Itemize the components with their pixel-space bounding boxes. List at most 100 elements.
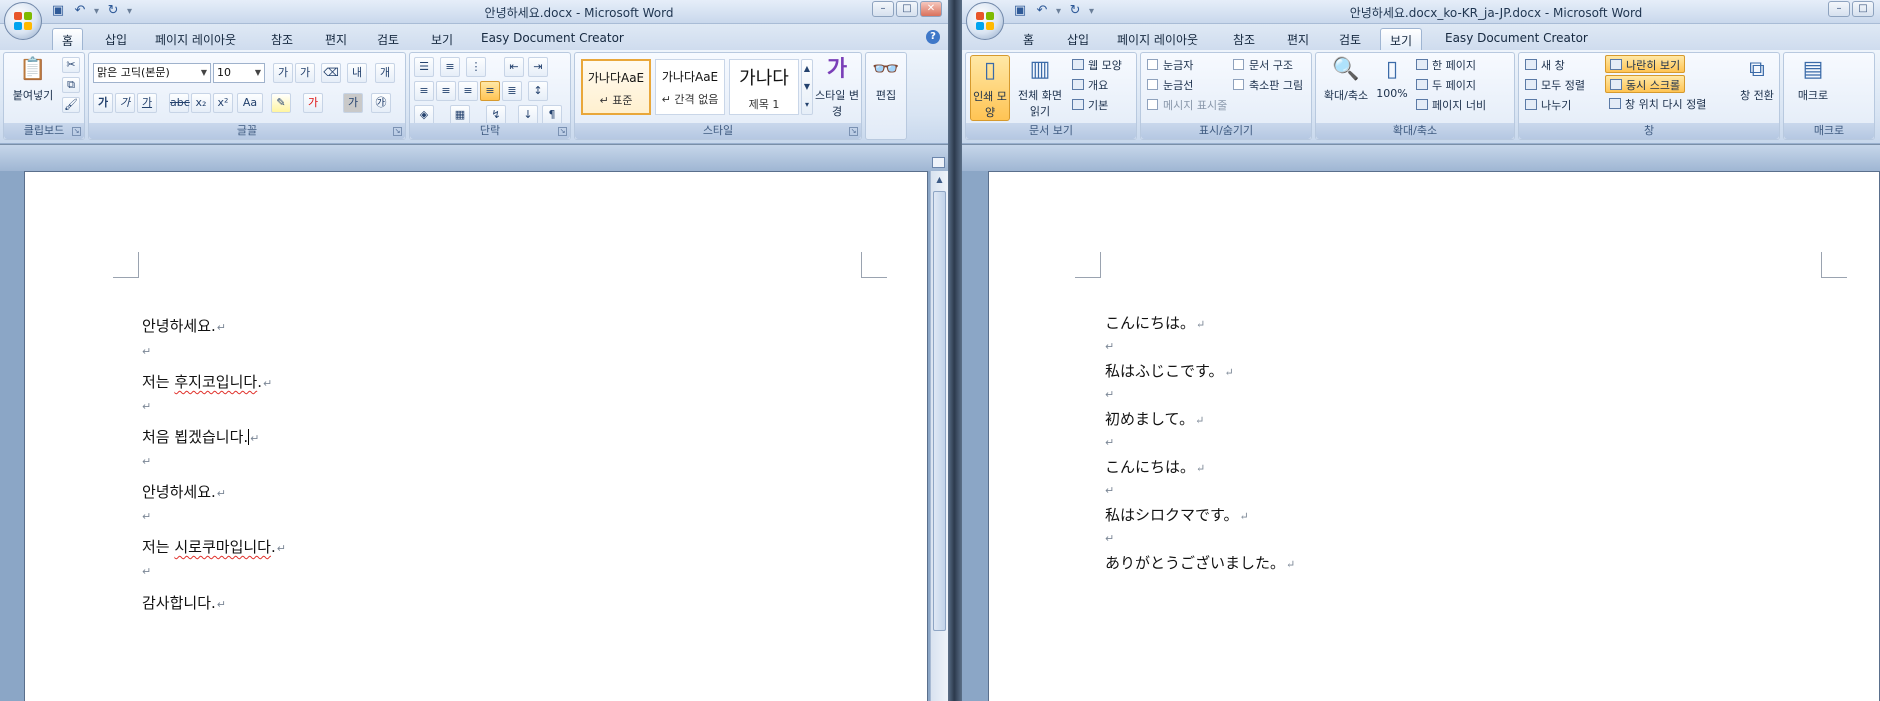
tab-home[interactable]: 홈	[52, 28, 84, 50]
highlight-icon[interactable]: ✎	[271, 93, 291, 113]
undo-icon[interactable]: ↶	[1034, 3, 1050, 19]
document-page[interactable]: こんにちは。↵ ↵ 私はふじこです。↵ ↵ 初めまして。↵ ↵ こんにちは。↵ …	[988, 171, 1880, 701]
new-window-button[interactable]: 새 창	[1525, 57, 1565, 73]
tab-view[interactable]: 보기	[422, 28, 462, 50]
switch-windows-button[interactable]: ⧉ 창 전환	[1737, 55, 1777, 103]
enclose-characters-icon[interactable]: ㉮	[371, 93, 391, 113]
tab-easy-document-creator[interactable]: Easy Document Creator	[472, 28, 633, 50]
tab-mailings[interactable]: 편지	[1278, 28, 1318, 50]
shading-icon[interactable]: ◈	[414, 105, 434, 125]
view-side-by-side-button[interactable]: 나란히 보기	[1605, 55, 1686, 73]
help-icon[interactable]: ?	[926, 30, 940, 44]
font-size-combo[interactable]: 10 ▼	[213, 63, 265, 83]
underline-icon[interactable]: 가	[137, 93, 157, 113]
page-width-button[interactable]: 페이지 너비	[1416, 97, 1486, 113]
undo-icon[interactable]: ↶	[72, 3, 88, 19]
office-button[interactable]	[966, 2, 1004, 40]
clear-format-icon[interactable]: ⌫	[321, 63, 341, 83]
editing-button[interactable]: 👓 편집	[868, 55, 904, 103]
tab-references[interactable]: 참조	[1224, 28, 1264, 50]
document-map-checkbox[interactable]: 문서 구조	[1233, 57, 1293, 73]
character-shading-icon[interactable]: 가	[343, 93, 363, 113]
office-button[interactable]	[4, 2, 42, 40]
superscript-icon[interactable]: x²	[213, 93, 233, 113]
vertical-scrollbar[interactable]: ▲	[930, 171, 948, 701]
style-heading-1[interactable]: 가나다 제목 1	[729, 59, 799, 115]
arrange-all-button[interactable]: 모두 정렬	[1525, 77, 1585, 93]
dialog-launcher-icon[interactable]: ↘	[558, 127, 567, 136]
paste-button[interactable]: 📋 붙여넣기	[8, 55, 58, 103]
increase-indent-icon[interactable]: ⇥	[528, 57, 548, 77]
distributed-icon[interactable]: ≣	[502, 81, 522, 101]
zoom-button[interactable]: 🔍 확대/축소	[1318, 55, 1374, 103]
tab-insert[interactable]: 삽입	[1058, 28, 1098, 50]
align-center-icon[interactable]: ≡	[436, 81, 456, 101]
one-page-button[interactable]: 한 페이지	[1416, 57, 1476, 73]
document-page[interactable]: 안녕하세요.↵ ↵ 저는 후지코입니다.↵ ↵ 처음 뵙겠습니다. ↵ ↵ 안녕하…	[24, 171, 928, 701]
gridlines-checkbox[interactable]: 눈금선	[1147, 77, 1193, 93]
justify-icon[interactable]: ≡	[480, 81, 500, 101]
style-no-spacing[interactable]: 가나다AaE ↵ 간격 없음	[655, 59, 725, 115]
maximize-icon[interactable]: □	[896, 1, 918, 17]
character-border-icon[interactable]: 개	[375, 63, 395, 83]
sort-icon[interactable]: ↓	[518, 105, 538, 125]
tab-references[interactable]: 참조	[262, 28, 302, 50]
tab-home[interactable]: 홈	[1014, 28, 1043, 50]
tab-review[interactable]: 검토	[368, 28, 408, 50]
tab-mailings[interactable]: 편지	[316, 28, 356, 50]
tab-insert[interactable]: 삽입	[96, 28, 136, 50]
save-icon[interactable]: ▣	[50, 3, 66, 19]
align-right-icon[interactable]: ≡	[458, 81, 478, 101]
bullets-icon[interactable]: ☰	[414, 57, 434, 77]
message-bar-checkbox[interactable]: 메시지 표시줄	[1147, 97, 1227, 113]
strikethrough-icon[interactable]: abc	[169, 93, 190, 113]
style-gallery-scroll-icon[interactable]: ▲ ▼ ▾	[801, 59, 813, 115]
grow-font-icon[interactable]: 가	[273, 63, 293, 83]
dialog-launcher-icon[interactable]: ↘	[72, 127, 81, 136]
change-styles-button[interactable]: 가 스타일 변경	[815, 55, 859, 119]
tab-page-layout[interactable]: 페이지 레이아웃	[1108, 28, 1207, 50]
redo-icon[interactable]: ↻	[1067, 3, 1083, 19]
italic-icon[interactable]: 가	[115, 93, 135, 113]
customize-qat-icon[interactable]: ▾	[1089, 6, 1094, 17]
shrink-font-icon[interactable]: 가	[295, 63, 315, 83]
minimize-icon[interactable]: –	[1828, 1, 1850, 17]
scrollbar-thumb[interactable]	[933, 191, 946, 631]
dropdown-arrow-icon[interactable]: ▾	[94, 6, 99, 17]
full-screen-reading-button[interactable]: ▥ 전체 화면 읽기	[1012, 55, 1068, 119]
close-icon[interactable]: ✕	[920, 1, 942, 17]
cut-icon[interactable]: ✂	[62, 57, 80, 73]
dialog-launcher-icon[interactable]: ↘	[849, 127, 858, 136]
web-layout-button[interactable]: 웹 모양	[1072, 57, 1122, 73]
draft-button[interactable]: 기본	[1072, 97, 1108, 113]
subscript-icon[interactable]: x₂	[191, 93, 211, 113]
decrease-indent-icon[interactable]: ⇤	[504, 57, 524, 77]
change-case-icon[interactable]: Aa	[237, 93, 263, 113]
font-name-combo[interactable]: 맑은 고딕(본문) ▼	[93, 63, 211, 83]
macros-button[interactable]: ▤ 매크로	[1788, 55, 1838, 103]
format-painter-icon[interactable]: 🖌	[62, 97, 80, 113]
font-color-icon[interactable]: 가	[303, 93, 323, 113]
redo-icon[interactable]: ↻	[105, 3, 121, 19]
print-layout-button[interactable]: ▯ 인쇄 모양	[970, 55, 1010, 121]
phonetic-guide-icon[interactable]: 내	[347, 63, 367, 83]
dialog-launcher-icon[interactable]: ↘	[393, 127, 402, 136]
tab-easy-document-creator[interactable]: Easy Document Creator	[1436, 28, 1597, 50]
tab-page-layout[interactable]: 페이지 레이아웃	[146, 28, 245, 50]
scroll-up-icon[interactable]: ▲	[933, 173, 946, 187]
save-icon[interactable]: ▣	[1012, 3, 1028, 19]
multilevel-list-icon[interactable]: ⋮	[466, 57, 486, 77]
split-button[interactable]: 나누기	[1525, 97, 1571, 113]
tab-view[interactable]: 보기	[1380, 28, 1423, 50]
bold-icon[interactable]: 가	[93, 93, 113, 113]
ruler-toggle-icon[interactable]	[932, 157, 945, 168]
ruler-checkbox[interactable]: 눈금자	[1147, 57, 1193, 73]
window-splitter[interactable]	[948, 0, 962, 701]
maximize-icon[interactable]: □	[1852, 1, 1874, 17]
line-spacing-icon[interactable]: ↕	[528, 81, 548, 101]
asian-layout-icon[interactable]: ↯	[486, 105, 506, 125]
numbering-icon[interactable]: ≡	[440, 57, 460, 77]
synchronous-scrolling-button[interactable]: 동시 스크롤	[1605, 75, 1686, 93]
two-pages-button[interactable]: 두 페이지	[1416, 77, 1476, 93]
minimize-icon[interactable]: –	[872, 1, 894, 17]
